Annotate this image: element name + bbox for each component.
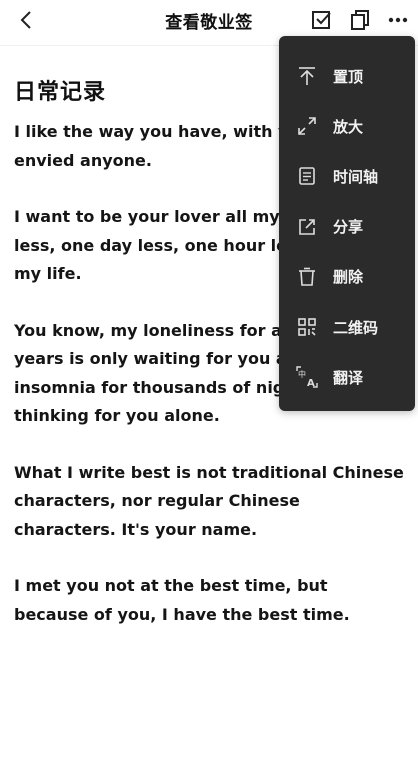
menu-item-qrcode[interactable]: 二维码 (279, 302, 415, 352)
note-paragraph: What I write best is not traditional Chi… (14, 462, 404, 539)
menu-item-share[interactable]: 分享 (279, 202, 415, 252)
timeline-icon (296, 165, 318, 187)
more-dots-icon (388, 17, 408, 23)
translate-icon: 中A (296, 366, 318, 388)
menu-item-label: 置顶 (333, 67, 364, 86)
more-menu: 置顶 放大 时间轴 分享 删除 二维码 中A 翻译 (279, 36, 415, 411)
check-square-icon (312, 11, 331, 29)
menu-item-label: 删除 (333, 268, 364, 287)
copy-button[interactable] (346, 6, 374, 34)
menu-item-label: 二维码 (333, 318, 379, 337)
menu-item-label: 分享 (333, 218, 364, 237)
menu-item-delete[interactable]: 删除 (279, 252, 415, 302)
qrcode-icon (296, 316, 318, 338)
menu-item-label: 时间轴 (333, 167, 379, 186)
copy-icon (351, 10, 369, 30)
more-button[interactable] (384, 6, 412, 34)
menu-item-translate[interactable]: 中A 翻译 (279, 352, 415, 402)
menu-item-label: 翻译 (333, 368, 364, 387)
menu-item-expand[interactable]: 放大 (279, 101, 415, 151)
menu-item-label: 放大 (333, 117, 364, 136)
menu-item-pin-top[interactable]: 置顶 (279, 51, 415, 101)
expand-icon (296, 115, 318, 137)
svg-text:A: A (307, 378, 315, 388)
svg-text:中: 中 (298, 369, 306, 379)
pin-top-icon (296, 65, 318, 87)
checkbox-button[interactable] (308, 6, 336, 34)
note-paragraph: I met you not at the best time, but beca… (14, 576, 350, 624)
menu-item-timeline[interactable]: 时间轴 (279, 151, 415, 201)
delete-icon (296, 266, 318, 288)
share-icon (296, 216, 318, 238)
